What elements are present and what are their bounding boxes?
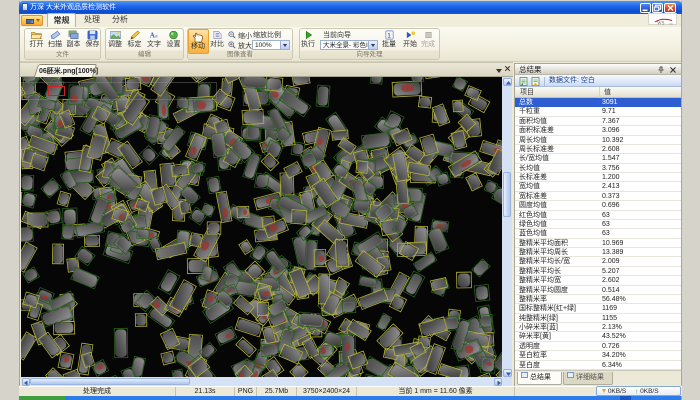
svg-text:WS: WS — [657, 22, 665, 27]
svg-text:a: a — [154, 34, 157, 40]
svg-text:cn: cn — [669, 22, 673, 26]
svg-text:1: 1 — [387, 32, 391, 39]
